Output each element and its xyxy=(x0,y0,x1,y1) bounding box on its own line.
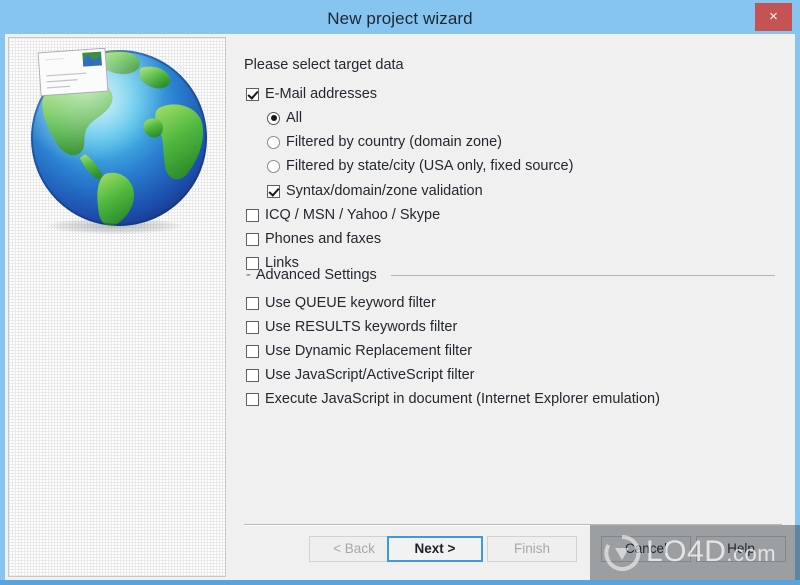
checkbox-phones-and-faxes[interactable] xyxy=(246,232,259,246)
option-queue-keyword-filter[interactable]: Use QUEUE keyword filter xyxy=(246,293,436,313)
radio-all[interactable] xyxy=(267,111,280,125)
checkbox-icq-msn-yahoo-skype[interactable] xyxy=(246,208,259,222)
footer-separator xyxy=(244,524,782,526)
illustration-panel xyxy=(8,37,226,577)
checkbox-execute-javascript-in-document[interactable] xyxy=(246,392,259,406)
option-label: ICQ / MSN / Yahoo / Skype xyxy=(265,207,441,223)
option-label: Use QUEUE keyword filter xyxy=(265,295,436,311)
checkbox-queue-keyword-filter[interactable] xyxy=(246,296,259,310)
option-label: Filtered by country (domain zone) xyxy=(286,134,502,150)
option-label: Syntax/domain/zone validation xyxy=(286,183,483,199)
back-button[interactable]: < Back xyxy=(309,536,399,562)
option-phones-and-faxes[interactable]: Phones and faxes xyxy=(246,229,381,249)
help-button[interactable]: Help xyxy=(696,536,786,562)
option-label: Use JavaScript/ActiveScript filter xyxy=(265,367,475,383)
option-filtered-by-state-city[interactable]: Filtered by state/city (USA only, fixed … xyxy=(267,156,573,176)
checkbox-results-keywords-filter[interactable] xyxy=(246,320,259,334)
option-syntax-validation[interactable]: Syntax/domain/zone validation xyxy=(267,181,483,201)
option-label: All xyxy=(286,110,303,126)
option-icq-msn-yahoo-skype[interactable]: ICQ / MSN / Yahoo / Skype xyxy=(246,205,440,225)
finish-button[interactable]: Finish xyxy=(487,536,577,562)
option-label: Use Dynamic Replacement filter xyxy=(265,343,473,359)
option-dynamic-replacement-filter[interactable]: Use Dynamic Replacement filter xyxy=(246,341,472,361)
option-label: Use RESULTS keywords filter xyxy=(265,319,458,335)
option-javascript-activescript-filter[interactable]: Use JavaScript/ActiveScript filter xyxy=(246,365,475,385)
close-icon[interactable]: × xyxy=(755,3,792,31)
option-label: Execute JavaScript in document (Internet… xyxy=(265,391,660,407)
advanced-settings-title: Advanced Settings xyxy=(255,267,377,283)
envelope-icon xyxy=(37,47,109,97)
checkbox-dynamic-replacement-filter[interactable] xyxy=(246,344,259,358)
option-email-addresses[interactable]: E-Mail addresses xyxy=(246,84,377,104)
checkbox-syntax-validation[interactable] xyxy=(267,184,280,198)
client-area: Please select target data E-Mail address… xyxy=(5,34,795,580)
option-label: E-Mail addresses xyxy=(265,86,378,102)
option-execute-javascript-in-document[interactable]: Execute JavaScript in document (Internet… xyxy=(246,389,660,409)
cancel-button[interactable]: Cancel xyxy=(601,536,691,562)
title-bar: New project wizard × xyxy=(0,0,800,37)
radio-filtered-by-state-city[interactable] xyxy=(267,159,280,173)
instruction-text: Please select target data xyxy=(244,57,404,73)
window-title: New project wizard xyxy=(327,9,473,28)
option-label: Phones and faxes xyxy=(265,231,382,247)
option-all[interactable]: All xyxy=(267,108,302,128)
checkbox-email-addresses[interactable] xyxy=(246,87,259,101)
checkbox-javascript-activescript-filter[interactable] xyxy=(246,368,259,382)
illustration-graphic xyxy=(17,40,222,250)
advanced-settings-header[interactable]: - Advanced Settings xyxy=(246,266,782,284)
option-filtered-by-country[interactable]: Filtered by country (domain zone) xyxy=(267,132,502,152)
collapse-toggle-icon[interactable]: - xyxy=(246,268,251,283)
radio-filtered-by-country[interactable] xyxy=(267,135,280,149)
content-panel: Please select target data E-Mail address… xyxy=(235,37,791,577)
option-label: Filtered by state/city (USA only, fixed … xyxy=(286,158,574,174)
next-button[interactable]: Next > xyxy=(387,536,483,562)
group-separator xyxy=(390,274,775,276)
button-bar: < Back Next > Finish Cancel Help xyxy=(235,536,791,566)
wizard-window: New project wizard × Please select targe… xyxy=(0,0,800,585)
option-results-keywords-filter[interactable]: Use RESULTS keywords filter xyxy=(246,317,457,337)
